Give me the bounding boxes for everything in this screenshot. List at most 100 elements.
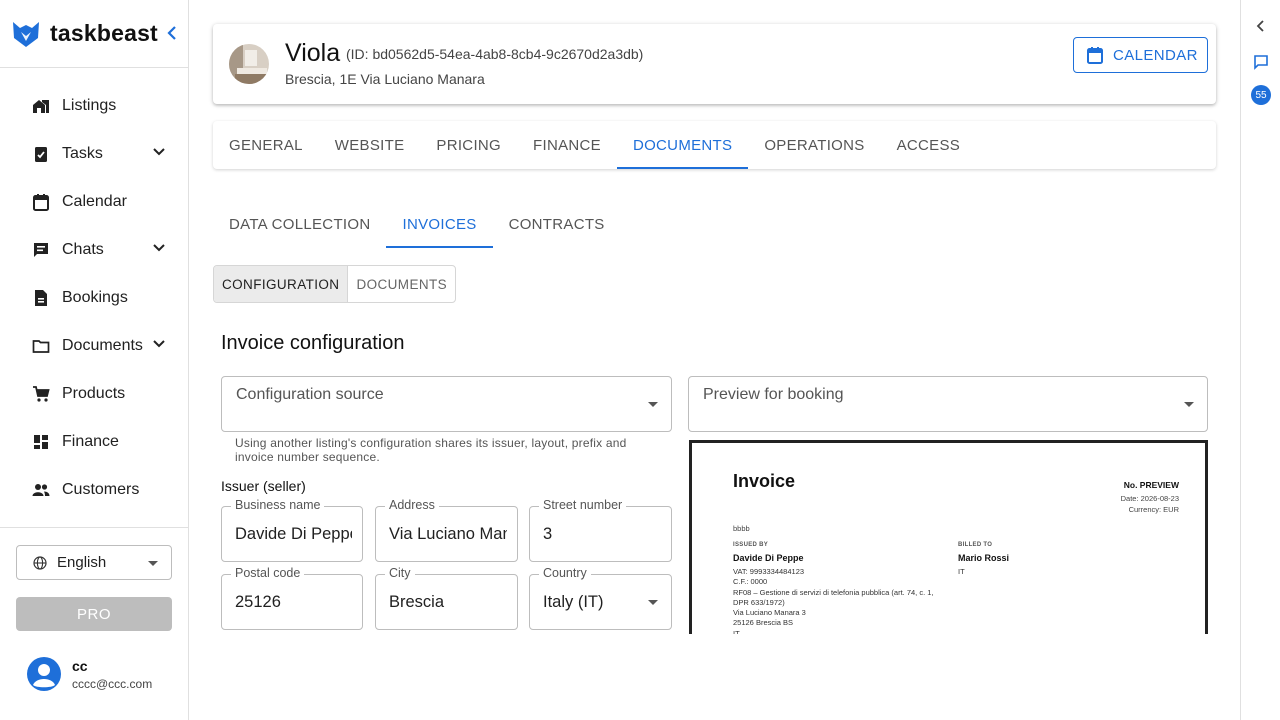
chevron-down-icon[interactable] [152,339,166,349]
tab-operations[interactable]: OPERATIONS [748,121,880,169]
calendar-button[interactable]: CALENDAR [1073,37,1208,73]
tab-contracts[interactable]: CONTRACTS [493,200,621,248]
sidebar-item-customers[interactable]: Customers [0,466,188,514]
issuer-line: C.F.: 0000 [733,577,768,586]
sidebar-item-documents[interactable]: Documents [0,322,188,370]
field-label: Postal code [231,566,305,580]
address-field[interactable]: Address Via Luciano Manara [375,498,518,562]
sub-tabs: DATA COLLECTION INVOICES CONTRACTS [213,200,621,248]
folder-icon [32,340,50,353]
sidebar-item-label: Finance [62,433,119,450]
collapse-sidebar-icon[interactable] [166,25,178,41]
chevron-down-icon[interactable] [152,147,166,157]
tab-pricing[interactable]: PRICING [420,121,517,169]
tab-data-collection[interactable]: DATA COLLECTION [213,200,386,248]
sidebar-item-label: Products [62,385,126,402]
tasks-icon [35,147,47,162]
invoice-title: Invoice [733,471,796,491]
invoice-preview: Invoice No. PREVIEW Date: 2026-08-23 Cur… [689,440,1208,634]
sidebar-item-label: Customers [62,481,140,498]
user-avatar-icon [27,657,61,691]
tab-finance[interactable]: FINANCE [517,121,617,169]
tab-documents[interactable]: DOCUMENTS [616,121,749,169]
business-name-field[interactable]: Business name Davide Di Peppe [221,498,363,562]
listing-header: Viola (ID: bd0562d5-54ea-4ab8-8cb4-9c267… [213,24,1216,104]
dropdown-arrow-icon [1184,402,1194,407]
field-value: 25126 [235,593,281,611]
logo-row: taskbeast [0,0,188,68]
issuer-line: VAT: 9993334484123 [733,567,805,576]
calendar-icon [33,194,49,211]
chevron-down-icon[interactable] [152,243,166,253]
sidebar-item-finance[interactable]: Finance [0,418,188,466]
city-field[interactable]: City Brescia [375,566,518,630]
postal-code-field[interactable]: Postal code 25126 [221,566,363,630]
view-toggle: CONFIGURATION DOCUMENTS [213,265,457,303]
field-value: Via Luciano Manara [389,525,507,543]
issuer-line: 25126 Brescia BS [733,618,794,627]
tab-access[interactable]: ACCESS [881,121,977,169]
preview-booking-label: Preview for booking [703,386,844,403]
sidebar-item-label: Tasks [62,145,103,162]
people-icon [32,484,50,496]
configuration-source-helper: Using another listing's configuration sh… [235,436,627,464]
calendar-icon [1087,47,1103,64]
toggle-configuration[interactable]: CONFIGURATION [214,266,349,302]
globe-icon [33,555,47,570]
sidebar-item-calendar[interactable]: Calendar [0,178,188,226]
sidebar-item-products[interactable]: Products [0,370,188,418]
sidebar-nav: Listings Tasks Calendar Chats Bookings D… [0,68,188,514]
issuer-line: RF08 – Gestione di servizi di telefonia … [733,588,934,607]
dropdown-arrow-icon [648,402,658,407]
chat-icon[interactable] [1253,54,1269,70]
app-name: taskbeast [50,20,158,46]
dropdown-arrow-icon [148,561,158,566]
sidebar-item-tasks[interactable]: Tasks [0,130,188,178]
chats-icon [34,243,48,257]
invoice-note: bbbb [733,524,750,533]
sidebar-item-label: Calendar [62,193,127,210]
sidebar-item-listings[interactable]: Listings [0,82,188,130]
field-label: Business name [231,498,325,512]
billed-to-label: BILLED TO [958,542,993,548]
calendar-button-label: CALENDAR [1113,46,1198,64]
field-label: Country [539,566,591,580]
sidebar-item-label: Documents [62,337,143,354]
language-select[interactable]: English [16,545,172,580]
country-select[interactable]: Country Italy (IT) [529,566,672,630]
street-number-field[interactable]: Street number 3 [529,498,672,562]
preview-booking-select[interactable]: Preview for booking [688,376,1208,432]
sidebar-item-bookings[interactable]: Bookings [0,274,188,322]
chevron-left-icon[interactable] [1256,19,1266,33]
field-label: City [385,566,415,580]
language-value: English [57,554,107,571]
dashboard-icon [34,435,48,449]
toggle-documents[interactable]: DOCUMENTS [348,266,455,302]
field-label: Address [385,498,439,512]
listing-avatar [229,44,269,84]
pro-button[interactable]: PRO [16,597,172,631]
issuer-name: Davide Di Peppe [733,553,804,563]
invoice-currency: Currency: EUR [1128,505,1179,514]
user-name: cc [72,657,88,674]
tab-general[interactable]: GENERAL [213,121,319,169]
user-profile[interactable]: cc cccc@ccc.com [26,656,152,692]
issuer-line: Via Luciano Manara 3 [733,608,806,617]
field-label: Street number [539,498,627,512]
field-value: Davide Di Peppe [235,525,352,543]
field-value: Italy (IT) [543,593,604,611]
notification-badge[interactable]: 55 [1251,85,1271,105]
field-value: 3 [543,525,553,543]
tab-website[interactable]: WEBSITE [319,121,421,169]
right-rail: 55 [1240,0,1280,720]
issuer-heading: Issuer (seller) [221,478,306,494]
tab-invoices[interactable]: INVOICES [386,200,493,248]
sidebar-item-chats[interactable]: Chats [0,226,188,274]
taskbeast-logo-icon [13,21,39,47]
issued-by-label: ISSUED BY [733,542,769,548]
configuration-source-select[interactable]: Configuration source [221,376,672,432]
bookings-icon [35,290,47,306]
invoice-date: Date: 2026-08-23 [1120,494,1179,503]
configuration-source-label: Configuration source [236,386,384,403]
listing-address: Brescia, 1E Via Luciano Manara [285,71,485,87]
